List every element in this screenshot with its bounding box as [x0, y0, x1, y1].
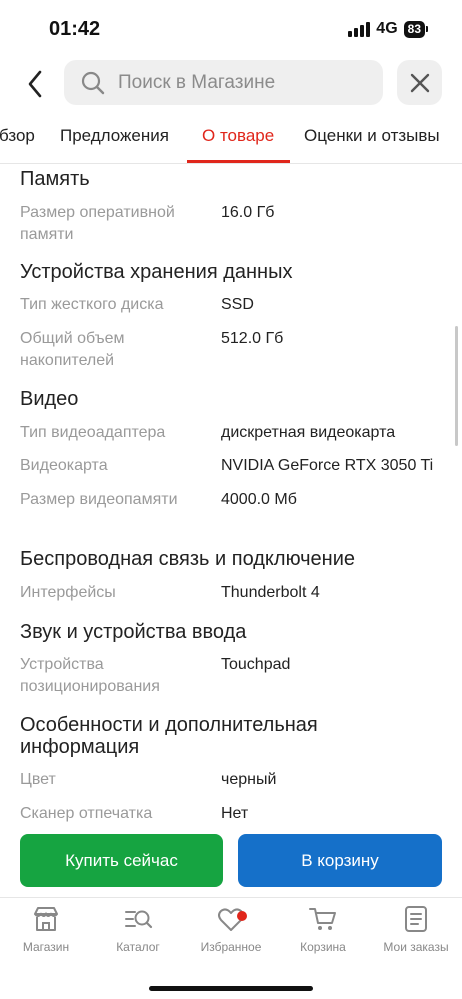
spec-value: дискретная видеокарта — [221, 424, 396, 441]
section-title-input: Звук и устройства ввода — [20, 621, 247, 643]
spec-label: Видеокарта — [20, 457, 108, 474]
tab-offers[interactable]: Предложения — [60, 126, 169, 146]
spec-value: Touchpad — [221, 656, 291, 673]
tab-about-product[interactable]: О товаре — [202, 126, 274, 146]
active-tab-indicator — [187, 160, 290, 163]
nav-item-store[interactable]: Магазин — [1, 904, 91, 954]
add-to-cart-button[interactable]: В корзину — [238, 834, 442, 887]
signal-icon — [348, 21, 371, 37]
buy-now-button[interactable]: Купить сейчас — [20, 834, 223, 887]
store-icon — [34, 907, 58, 931]
battery-icon: 83 — [403, 20, 428, 38]
spec-label: Тип видеоадаптера — [20, 424, 166, 441]
spec-value: SSD — [221, 296, 254, 313]
spec-label: Тип жесткого диска — [20, 296, 164, 313]
back-button[interactable] — [18, 64, 52, 104]
section-title-memory: Память — [20, 168, 90, 190]
spec-value: черный — [221, 771, 277, 788]
nav-item-catalog[interactable]: Каталог — [93, 904, 183, 954]
catalog-search-icon — [125, 910, 153, 929]
cart-icon — [309, 908, 336, 930]
section-title-storage: Устройства хранения данных — [20, 261, 293, 283]
search-input[interactable] — [118, 71, 358, 94]
spec-label: Цвет — [20, 771, 56, 788]
spec-label: Интерфейсы — [20, 584, 116, 601]
spec-value: 512.0 Гб — [221, 330, 284, 347]
spec-value: 4000.0 Мб — [221, 491, 297, 508]
product-specs[interactable]: Память Размер оперативной памяти 16.0 Гб… — [0, 164, 462, 834]
spec-label: Размер оперативной памяти — [20, 204, 175, 243]
spec-value: 16.0 Гб — [221, 204, 275, 221]
search-box[interactable] — [64, 60, 383, 105]
bottom-nav: Магазин Каталог Избранное Корзина Мои за… — [0, 897, 462, 999]
close-icon — [410, 73, 429, 92]
nav-label: Мои заказы — [383, 940, 449, 954]
spec-label: Устройства позиционирования — [20, 656, 160, 695]
nav-label: Магазин — [22, 940, 70, 954]
spec-label: Размер видеопамяти — [20, 491, 178, 508]
spec-value: Нет — [221, 805, 249, 822]
nav-item-orders[interactable]: Мои заказы — [371, 904, 461, 954]
spec-value: Thunderbolt 4 — [221, 584, 320, 601]
spec-value: NVIDIA GeForce RTX 3050 Ti — [221, 457, 434, 474]
search-icon — [81, 71, 105, 94]
section-title-extra: Особенности и дополнительная информация — [20, 714, 318, 758]
nav-item-cart[interactable]: Корзина — [278, 904, 368, 954]
product-tabs: бзор Предложения О товаре Оценки и отзыв… — [0, 116, 462, 164]
nav-label: Каталог — [116, 940, 160, 954]
status-time: 01:42 — [49, 18, 101, 40]
scrollbar[interactable] — [455, 326, 458, 446]
battery-level: 83 — [403, 20, 425, 38]
network-type: 4G — [376, 20, 398, 37]
spec-label: Общий объем накопителей — [20, 330, 125, 369]
search-header — [0, 58, 462, 110]
status-indicators: 4G 83 — [348, 20, 428, 38]
notification-dot — [237, 911, 247, 921]
nav-label: Избранное — [200, 940, 262, 954]
status-bar: 01:42 4G 83 — [0, 0, 462, 58]
home-indicator[interactable] — [149, 986, 313, 991]
nav-label: Корзина — [300, 940, 346, 954]
spec-label: Сканер отпечатка — [20, 805, 153, 822]
tab-overview[interactable]: бзор — [0, 126, 35, 146]
chevron-left-icon — [28, 70, 42, 98]
section-title-wireless: Беспроводная связь и подключение — [20, 548, 356, 570]
tab-reviews[interactable]: Оценки и отзывы — [304, 126, 440, 146]
close-button[interactable] — [397, 60, 442, 105]
section-title-video: Видео — [20, 388, 79, 410]
orders-icon — [405, 906, 427, 932]
nav-item-favorites[interactable]: Избранное — [186, 904, 276, 954]
